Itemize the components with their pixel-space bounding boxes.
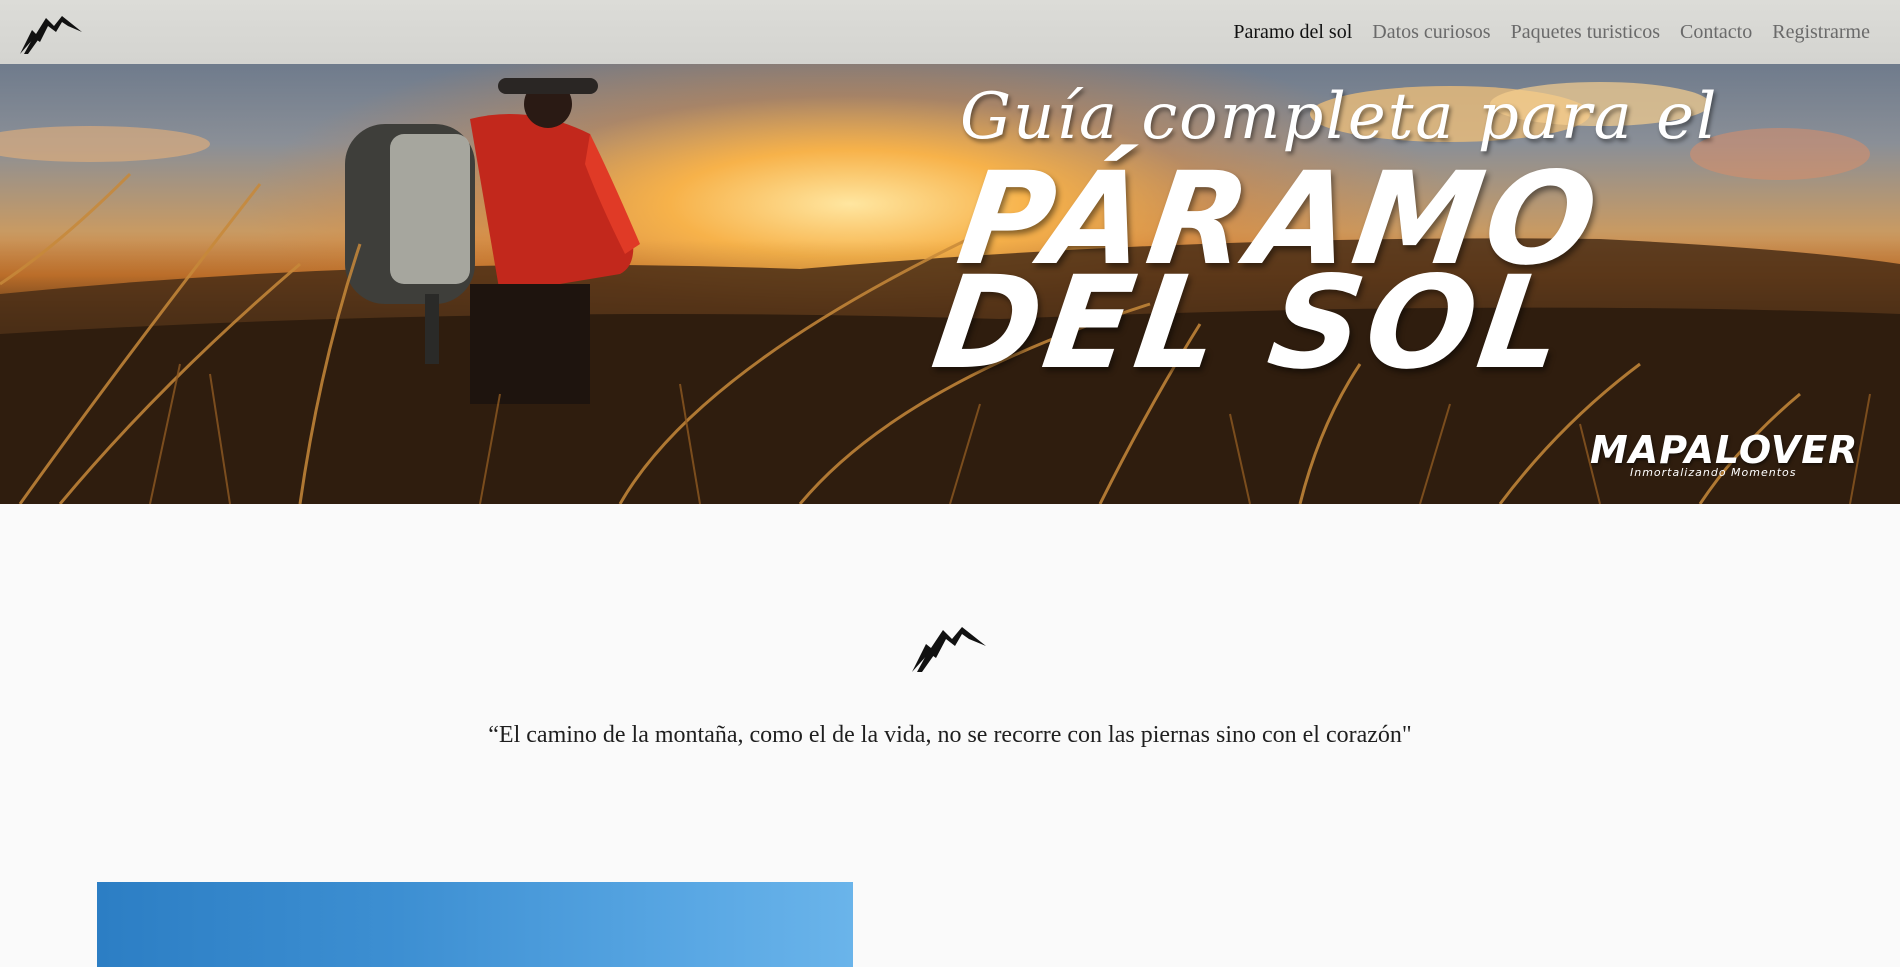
nav-link-paquetes-turisticos[interactable]: Paquetes turisticos [1511, 21, 1660, 44]
mountain-icon [912, 627, 986, 672]
nav-link-registrarme[interactable]: Registrarme [1772, 21, 1870, 44]
top-navbar: Paramo del sol Datos curiosos Paquetes t… [0, 0, 1900, 64]
nav-link-paramo-del-sol[interactable]: Paramo del sol [1233, 21, 1352, 44]
sky-photo [97, 882, 853, 967]
inspirational-quote: “El camino de la montaña, como el de la … [488, 722, 1412, 748]
hero-banner: Guía completa para el PÁRAMO DEL SOL MAP… [0, 64, 1900, 504]
mountain-logo-icon[interactable] [18, 8, 84, 56]
hero-script-heading: Guía completa para el [960, 80, 1719, 154]
nav-links: Paramo del sol Datos curiosos Paquetes t… [1213, 21, 1870, 44]
brand-tagline: Inmortalizando Momentos [1630, 466, 1797, 479]
nav-link-datos-curiosos[interactable]: Datos curiosos [1372, 21, 1490, 44]
hero-title-line-2: DEL SOL [924, 249, 1576, 398]
nav-link-contacto[interactable]: Contacto [1680, 21, 1752, 44]
